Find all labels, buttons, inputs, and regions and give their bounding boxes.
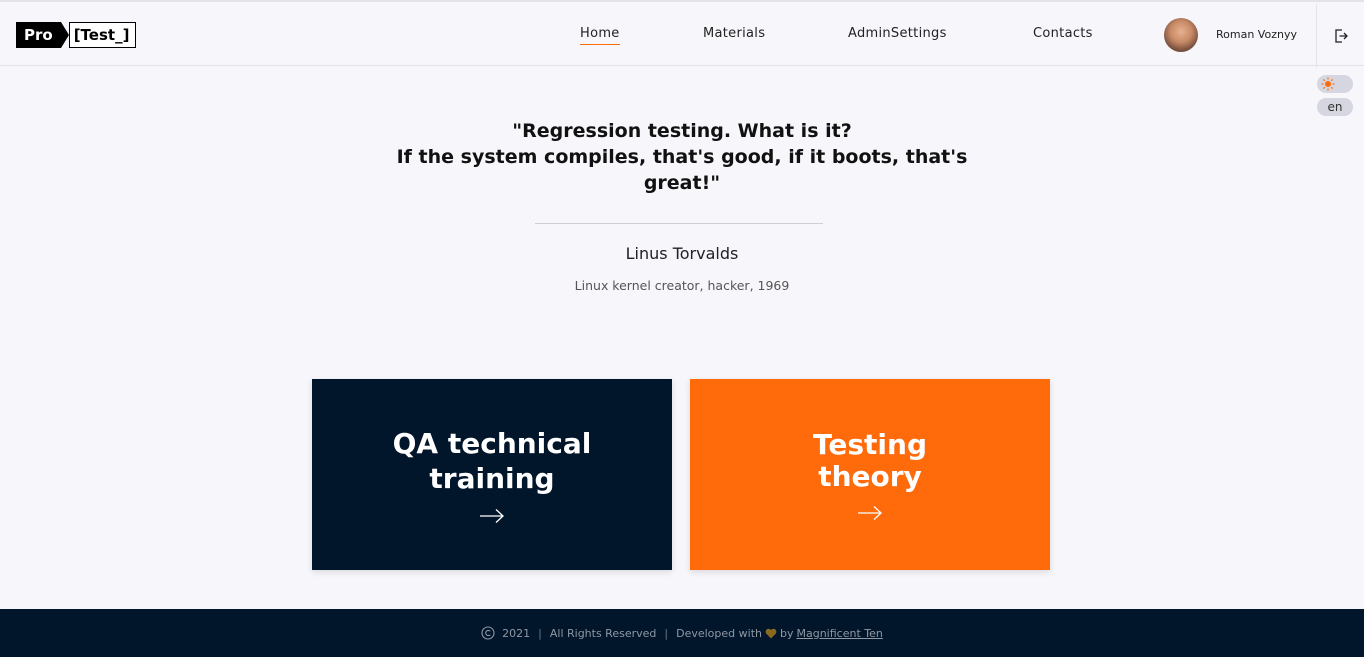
- card-title: QA technical training: [393, 426, 592, 496]
- nav-materials[interactable]: Materials: [703, 26, 765, 41]
- card-title-line: QA technical: [392, 426, 592, 460]
- copyright-icon: [481, 626, 495, 640]
- logout-icon: [1334, 29, 1348, 43]
- divider: [535, 223, 823, 224]
- quote-author-description: Linux kernel creator, hacker, 1969: [574, 278, 790, 293]
- footer-year: 2021: [502, 626, 531, 640]
- logo-test: [Test_]: [68, 22, 137, 48]
- footer-separator: |: [664, 626, 669, 640]
- logout-button[interactable]: [1316, 4, 1364, 68]
- logo[interactable]: Pro [Test_]: [16, 22, 137, 48]
- card-title-line: training: [429, 461, 555, 495]
- footer-team-link[interactable]: Magnificent Ten: [796, 627, 882, 640]
- card-title-line: theory: [818, 459, 922, 493]
- quote: "Regression testing. What is it? If the …: [382, 118, 982, 196]
- nav-home[interactable]: Home: [580, 26, 620, 45]
- card-qa-technical-training[interactable]: QA technical training: [312, 379, 672, 570]
- footer: 2021 | All Rights Reserved | Developed w…: [0, 609, 1364, 657]
- footer-separator: |: [538, 626, 542, 640]
- theme-toggle[interactable]: [1317, 75, 1353, 93]
- card-title: Testing theory: [813, 427, 927, 493]
- sun-icon: [1321, 77, 1335, 91]
- quote-author: Linus Torvalds: [625, 244, 739, 263]
- language-switch[interactable]: en: [1317, 98, 1353, 116]
- quote-line: If the system compiles, that's good, if …: [396, 146, 968, 168]
- logo-pro: Pro: [16, 22, 69, 48]
- header: Pro [Test_] Home Materials AdminSettings…: [0, 0, 1364, 68]
- card-title-line: Testing: [813, 427, 927, 461]
- arrow-right-icon: [480, 508, 504, 523]
- card-testing-theory[interactable]: Testing theory: [690, 379, 1050, 570]
- user-name[interactable]: Roman Voznyy: [1216, 28, 1297, 41]
- nav-contacts[interactable]: Contacts: [1033, 26, 1093, 41]
- footer-by: by: [779, 626, 794, 640]
- nav-admin-settings[interactable]: AdminSettings: [848, 26, 947, 41]
- quote-line: "Regression testing. What is it?: [512, 120, 852, 142]
- footer-rights: All Rights Reserved: [549, 626, 657, 640]
- arrow-right-icon: [858, 505, 882, 520]
- avatar[interactable]: [1164, 18, 1198, 52]
- heart-icon: [765, 628, 777, 638]
- footer-developed-with: Developed with: [676, 626, 762, 640]
- quote-line: great!": [643, 172, 721, 194]
